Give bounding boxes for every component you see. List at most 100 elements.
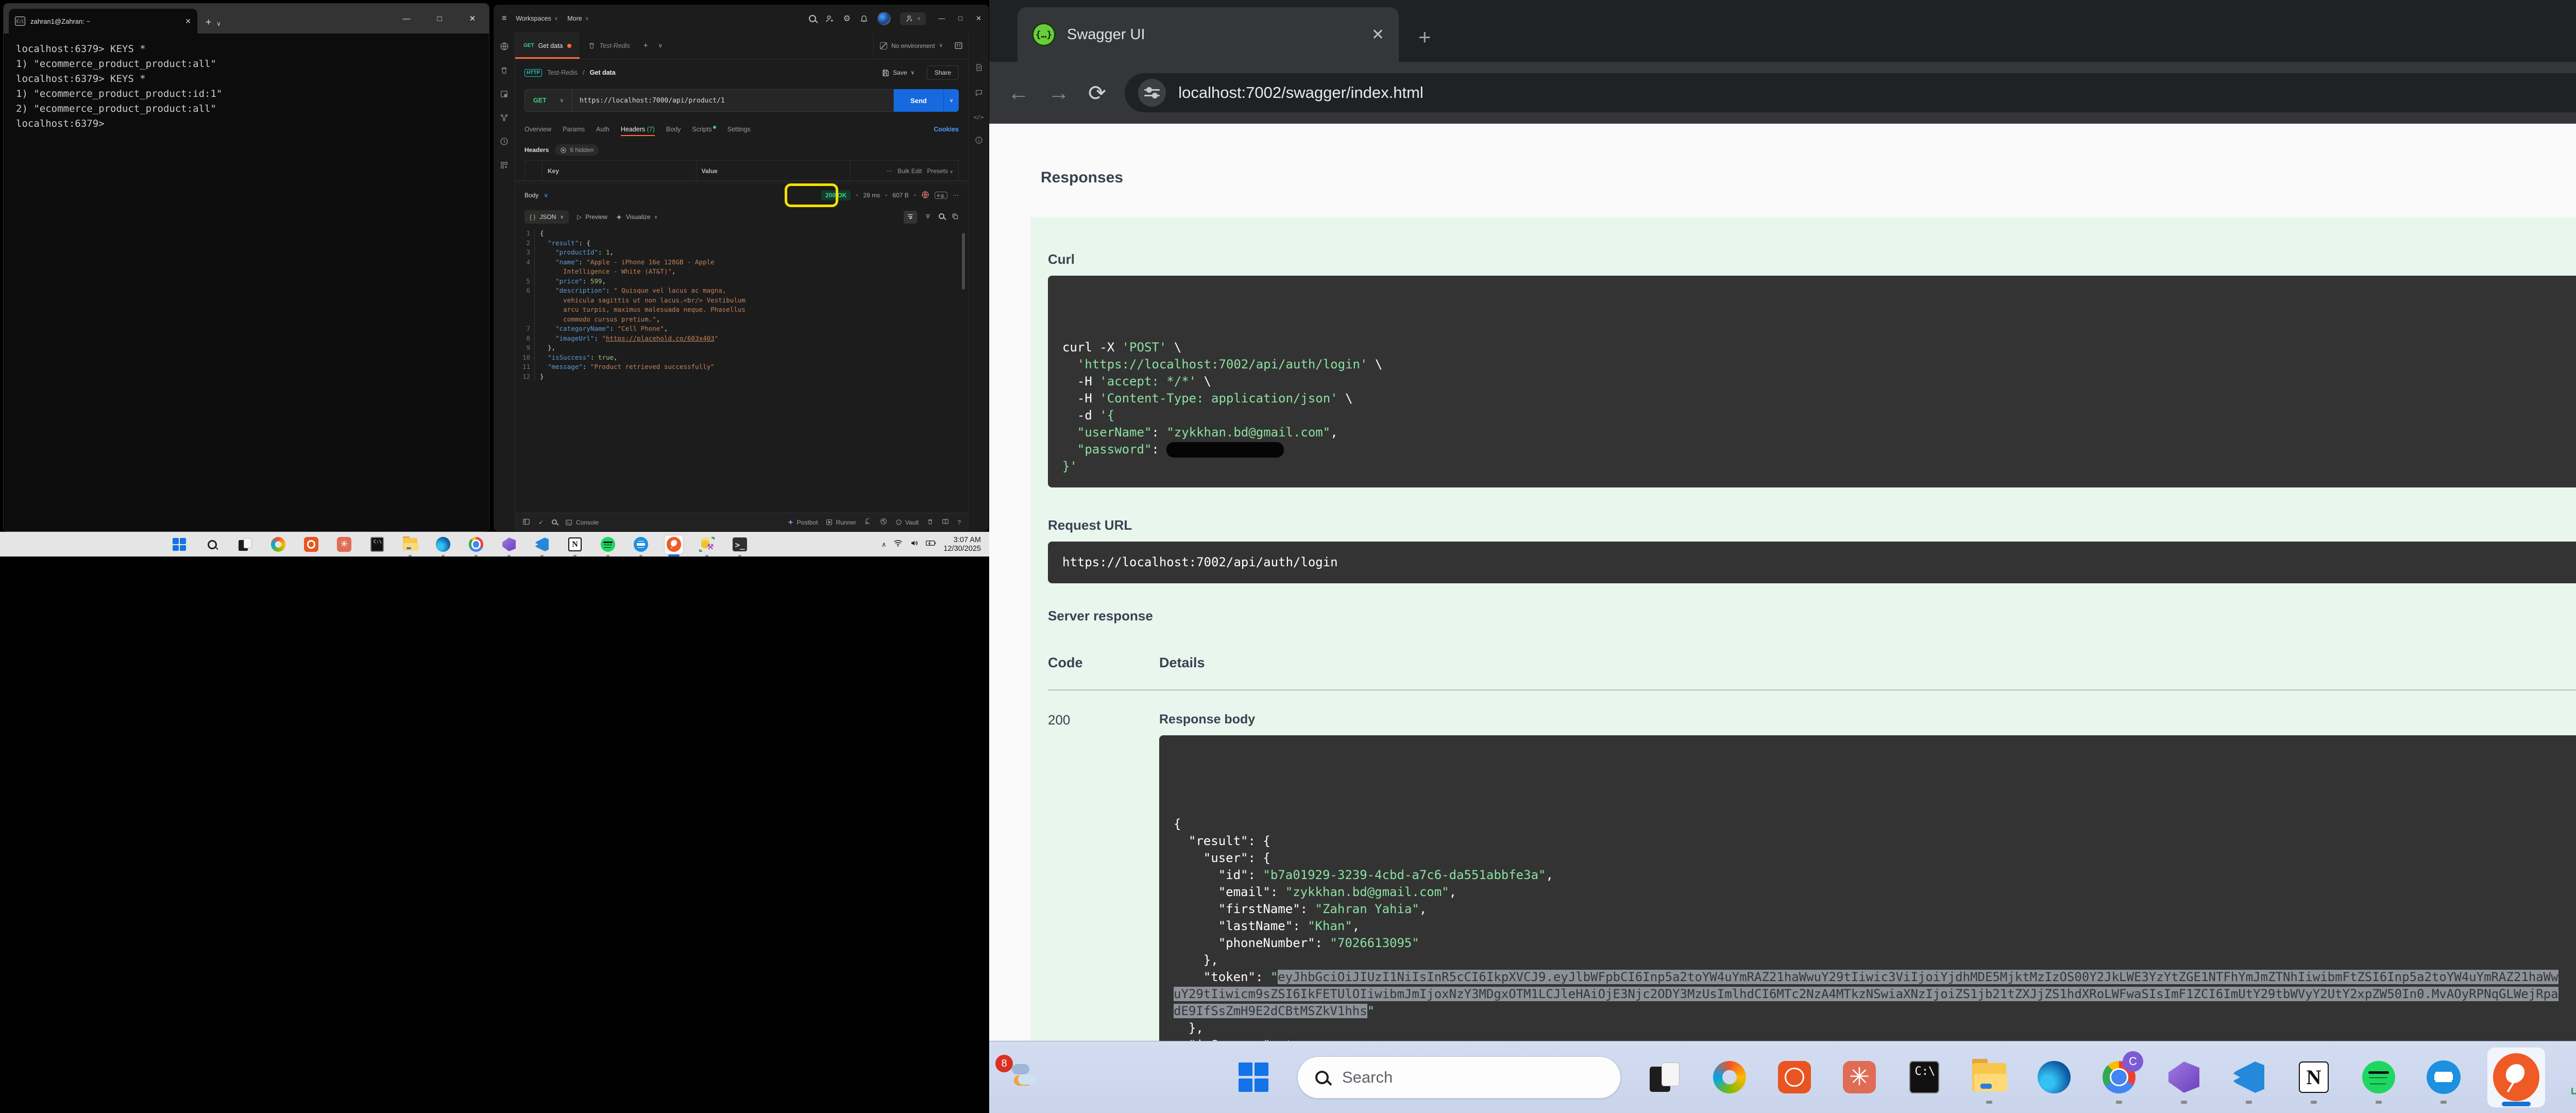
notifications-bell-icon[interactable] [860, 14, 868, 23]
tab-params[interactable]: Params [563, 121, 585, 138]
wifi-icon[interactable] [893, 539, 903, 550]
copy-response-icon[interactable] [952, 213, 959, 222]
vscode-icon[interactable] [533, 535, 551, 554]
clock[interactable]: 3:07 AM 12/30/2025 [943, 536, 981, 553]
settings-gear-icon[interactable]: ⚙ [843, 13, 851, 24]
tab-auth[interactable]: Auth [596, 121, 609, 138]
share-button[interactable]: Share [927, 65, 959, 80]
status-check-icon[interactable]: ✓ [538, 519, 544, 526]
chrome-icon[interactable]: C [2098, 1056, 2140, 1099]
url-text[interactable]: localhost:7002/swagger/index.html [1178, 83, 2576, 102]
network-warning-icon[interactable] [921, 191, 929, 200]
spotify-icon[interactable] [2358, 1056, 2400, 1099]
command-prompt-icon[interactable]: C:\ [1903, 1056, 1945, 1099]
visualize-button[interactable]: Visualize∨ [616, 213, 657, 221]
terminal-titlebar[interactable]: C:\ zahran1@Zahran: ~ ✕ + ∨ — □ ✕ [4, 4, 489, 33]
response-scrollbar[interactable] [962, 233, 965, 290]
task-view-button[interactable] [236, 535, 255, 554]
search-icon[interactable] [809, 15, 816, 22]
breadcrumb-request[interactable]: Get data [590, 69, 616, 76]
chrome-icon[interactable] [467, 535, 485, 554]
terminal-tab[interactable]: C:\ zahran1@Zahran: ~ ✕ [9, 9, 197, 33]
documentation-icon[interactable] [975, 63, 983, 73]
chevron-down-icon[interactable]: ∨ [216, 20, 221, 27]
more-menu[interactable]: More [567, 15, 582, 22]
search-button[interactable] [203, 535, 222, 554]
send-options-chevron[interactable]: ∨ [943, 89, 959, 112]
tray-chevron-icon[interactable]: ∧ [882, 541, 887, 549]
cookies-link[interactable]: Cookies [934, 126, 959, 133]
docker-icon[interactable] [2422, 1056, 2465, 1099]
trash-icon[interactable] [927, 518, 934, 527]
invite-user-icon[interactable] [825, 14, 834, 23]
new-request-tab-icon[interactable]: + [638, 32, 653, 59]
copilot-icon[interactable] [269, 535, 287, 554]
cookies-icon[interactable] [880, 518, 887, 527]
request-url-input[interactable]: https://localhost:7000/api/product/1 [572, 90, 732, 111]
filter-lines-icon[interactable] [924, 213, 931, 222]
response-json-viewer[interactable]: 1{2 "result": {3 "productId": 1,4 "name"… [520, 229, 965, 513]
postman-taskbar-icon[interactable] [665, 535, 683, 554]
maximize-button[interactable]: □ [423, 14, 456, 23]
more-options-icon[interactable]: ⋯ [953, 192, 959, 199]
search-response-icon[interactable] [939, 213, 944, 221]
minimize-button[interactable]: — [938, 14, 945, 23]
battery-icon[interactable] [926, 539, 936, 549]
environment-selector[interactable]: No environment ∨ [873, 32, 949, 59]
flows-icon[interactable] [500, 113, 509, 124]
code-snippet-icon[interactable]: </> [974, 114, 984, 121]
tab-settings[interactable]: Settings [727, 121, 751, 138]
task-view-button[interactable] [1643, 1056, 1686, 1099]
file-explorer-icon[interactable] [401, 535, 419, 554]
user-avatar[interactable] [877, 12, 891, 25]
notion-icon[interactable]: N [566, 535, 584, 554]
more-options-icon[interactable]: ⋯ [886, 167, 892, 175]
site-settings-icon[interactable] [1138, 79, 1166, 107]
tab-get-data[interactable]: GET Get data [515, 32, 580, 59]
tab-headers[interactable]: Headers (7) [621, 121, 655, 138]
history-clock-icon[interactable] [500, 137, 509, 147]
presets-button[interactable]: Presets ∨ [927, 167, 953, 175]
close-button[interactable]: ✕ [976, 14, 981, 23]
console-button[interactable]: Console [565, 519, 599, 526]
format-json-dropdown[interactable]: { }JSON∨ [524, 210, 569, 224]
postman-taskbar-icon[interactable] [2487, 1048, 2545, 1107]
edge-icon[interactable] [2033, 1056, 2075, 1099]
windows-terminal-icon[interactable]: >_ [731, 535, 749, 554]
example-chip[interactable]: e.g. [935, 192, 947, 199]
maximize-button[interactable]: □ [958, 14, 962, 23]
hidden-headers-toggle[interactable]: 6 hidden [555, 144, 599, 156]
preview-button[interactable]: ▷ Preview [577, 213, 607, 221]
taskbar-search[interactable]: Search [1297, 1056, 1621, 1099]
curl-code-block[interactable]: curl -X 'POST' \ 'https://localhost:7002… [1048, 276, 2576, 487]
new-tab-icon[interactable]: + [206, 17, 211, 28]
new-tab-icon[interactable]: + [1418, 25, 1431, 49]
collections-globe-icon[interactable] [500, 42, 509, 53]
browser-tab-swagger[interactable]: {…} Swagger UI ✕ [1018, 7, 1399, 62]
dev-home-icon[interactable]: ✳ [335, 535, 353, 554]
hamburger-menu-icon[interactable]: ≡ [502, 14, 506, 23]
file-explorer-icon[interactable] [1968, 1056, 2010, 1099]
request-url-block[interactable]: https://localhost:7002/api/auth/login [1048, 542, 2576, 583]
vault-button[interactable]: Vault [895, 519, 919, 526]
row-checkbox-column[interactable] [525, 161, 543, 181]
two-pane-icon[interactable] [942, 518, 949, 527]
ssms-icon[interactable]: ⚒ [698, 535, 716, 554]
sign-in-button[interactable]: ∨ [900, 12, 926, 25]
tab-list-chevron-icon[interactable]: ∨ [653, 32, 668, 59]
ubuntu-icon[interactable] [1773, 1056, 1816, 1099]
minimize-button[interactable]: — [390, 14, 423, 23]
docker-icon[interactable] [632, 535, 650, 554]
response-body-block[interactable]: Download { "result": { "user": { "id": "… [1159, 735, 2576, 1041]
vscode-icon[interactable] [2228, 1056, 2270, 1099]
info-icon[interactable] [975, 136, 983, 146]
start-button[interactable] [170, 535, 189, 554]
save-button[interactable]: Save ∨ [882, 69, 914, 77]
environments-icon[interactable] [500, 90, 509, 100]
address-bar[interactable]: localhost:7002/swagger/index.html ☆ [1125, 73, 2576, 112]
volume-icon[interactable] [910, 539, 919, 550]
apps-grid-icon[interactable] [500, 161, 509, 171]
environment-quick-look-icon[interactable] [949, 32, 968, 59]
copilot-icon[interactable] [1708, 1056, 1751, 1099]
footer-search-icon[interactable] [552, 519, 557, 526]
